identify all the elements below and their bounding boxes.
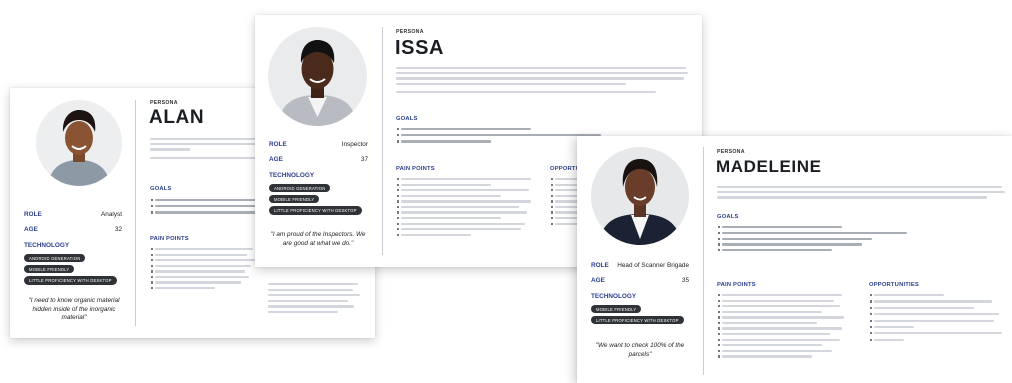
madeleine-role-row: ROLE Head of Scanner Brigade bbox=[591, 262, 689, 269]
goals-heading: GOALS bbox=[150, 186, 172, 192]
persona-name: ALAN bbox=[149, 107, 205, 128]
bio-text bbox=[717, 186, 1005, 199]
age-value: 35 bbox=[681, 277, 689, 284]
alan-role-row: ROLE Analyst bbox=[24, 211, 122, 218]
madeleine-age-row: AGE 35 bbox=[591, 277, 689, 284]
tech-chip: ANDROID GENERATION bbox=[269, 184, 331, 193]
persona-label: PERSONA bbox=[150, 100, 178, 106]
role-label: ROLE bbox=[24, 211, 42, 218]
role-value: Inspector bbox=[341, 141, 368, 148]
persona-card-madeleine: ROLE Head of Scanner Brigade AGE 35 TECH… bbox=[577, 136, 1012, 383]
opportunities-heading: OPPORTUNITIES bbox=[869, 282, 919, 288]
issa-avatar bbox=[268, 27, 367, 126]
madeleine-avatar bbox=[591, 147, 689, 245]
persona-quote: "I am proud of the Inspectors. We are go… bbox=[270, 231, 366, 247]
role-value: Analyst bbox=[101, 211, 122, 218]
role-value: Head of Scanner Brigade bbox=[617, 262, 689, 269]
technology-chips: ANDROID GENERATION MOBILE FRIENDLY LITTL… bbox=[269, 184, 362, 215]
pain-points-list bbox=[717, 294, 844, 358]
goals-list bbox=[717, 226, 907, 252]
persona-quote: "I need to know organic material hidden … bbox=[28, 297, 120, 322]
persona-label: PERSONA bbox=[396, 29, 424, 35]
card-divider bbox=[135, 100, 136, 326]
age-label: AGE bbox=[591, 277, 605, 284]
age-value: 37 bbox=[360, 156, 368, 163]
technology-heading: TECHNOLOGY bbox=[269, 172, 315, 179]
persona-quote: "We want to check 100% of the parcels" bbox=[595, 342, 685, 358]
tech-chip: LITTLE PROFICIENCY WITH DESKTOP bbox=[269, 206, 362, 215]
pain-points-heading: PAIN POINTS bbox=[150, 236, 189, 242]
tech-chip: ANDROID GENERATION bbox=[24, 254, 86, 263]
persona-name: ISSA bbox=[395, 37, 445, 59]
goals-list bbox=[150, 199, 265, 214]
age-label: AGE bbox=[269, 156, 283, 163]
technology-heading: TECHNOLOGY bbox=[24, 242, 70, 249]
goals-heading: GOALS bbox=[396, 116, 418, 122]
technology-chips: ANDROID GENERATION MOBILE FRIENDLY LITTL… bbox=[24, 254, 117, 285]
persona-label: PERSONA bbox=[717, 149, 745, 155]
alan-age-row: AGE 32 bbox=[24, 226, 122, 233]
issa-role-row: ROLE Inspector bbox=[269, 141, 368, 148]
role-label: ROLE bbox=[269, 141, 287, 148]
opportunities-list bbox=[869, 294, 1002, 342]
tech-chip: LITTLE PROFICIENCY WITH DESKTOP bbox=[591, 316, 684, 325]
tech-chip: MOBILE FRIENDLY bbox=[24, 265, 75, 274]
technology-heading: TECHNOLOGY bbox=[591, 293, 637, 300]
bio-text bbox=[150, 138, 268, 159]
tech-chip: LITTLE PROFICIENCY WITH DESKTOP bbox=[24, 276, 117, 285]
card-divider bbox=[703, 147, 704, 375]
goals-heading: GOALS bbox=[717, 214, 739, 220]
pain-points-list bbox=[396, 178, 531, 237]
role-label: ROLE bbox=[591, 262, 609, 269]
card-divider bbox=[382, 27, 383, 255]
pain-points-heading: PAIN POINTS bbox=[396, 166, 435, 172]
pain-points-heading: PAIN POINTS bbox=[717, 282, 756, 288]
issa-age-row: AGE 37 bbox=[269, 156, 368, 163]
alan-avatar bbox=[36, 100, 122, 186]
tech-chip: MOBILE FRIENDLY bbox=[591, 305, 642, 314]
pain-points-list bbox=[150, 248, 255, 290]
goals-list bbox=[396, 128, 601, 143]
opportunities-list bbox=[268, 283, 360, 314]
age-value: 32 bbox=[114, 226, 122, 233]
age-label: AGE bbox=[24, 226, 38, 233]
technology-chips: MOBILE FRIENDLY LITTLE PROFICIENCY WITH … bbox=[591, 305, 684, 325]
tech-chip: MOBILE FRIENDLY bbox=[269, 195, 320, 204]
opportunities-heading: OPPORTU bbox=[550, 166, 581, 172]
bio-text bbox=[396, 67, 688, 93]
persona-name: MADELEINE bbox=[716, 157, 822, 176]
